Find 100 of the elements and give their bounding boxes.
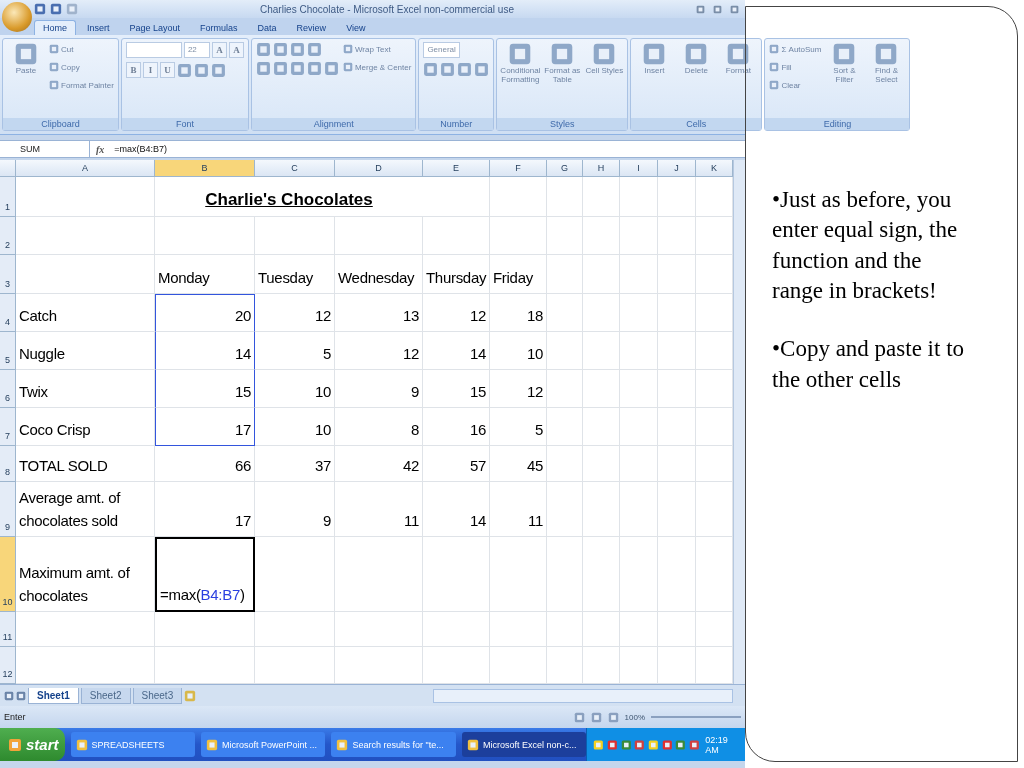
ribbon-tab[interactable]: Formulas (191, 20, 247, 35)
ribbon-tab[interactable]: Home (34, 20, 76, 35)
new-sheet-icon (184, 689, 197, 702)
ribbon-button[interactable]: Merge & Center (342, 60, 412, 74)
row-header[interactable]: 3 (0, 255, 16, 294)
formula-text[interactable]: =max(B4:B7) (110, 144, 168, 154)
column-header[interactable]: J (658, 160, 696, 177)
row-header[interactable]: 10 (0, 537, 16, 612)
ribbon-button[interactable]: Paste (7, 42, 45, 76)
ribbon-button[interactable]: Cut (49, 42, 74, 56)
taskbar-button[interactable]: Microsoft Excel non-c... (461, 732, 587, 757)
name-box[interactable]: SUM (0, 141, 90, 157)
start-button[interactable]: start (0, 728, 65, 761)
column-header[interactable]: C (255, 160, 335, 177)
ribbon-button[interactable]: Sort & Filter (825, 42, 864, 85)
ribbon-button[interactable]: Wrap Text (342, 42, 391, 56)
column-header[interactable]: K (696, 160, 733, 177)
select-all-button[interactable] (0, 160, 16, 177)
sheet-tab[interactable]: Sheet1 (28, 687, 79, 704)
ribbon-icon (342, 62, 353, 72)
empty-cell (547, 294, 583, 332)
font-style-button[interactable]: I (142, 62, 158, 78)
group-label: Clipboard (3, 118, 118, 130)
column-header[interactable]: F (490, 160, 547, 177)
column-header[interactable]: H (583, 160, 620, 177)
office-button[interactable] (2, 2, 32, 32)
ribbon-tab[interactable]: Page Layout (120, 20, 190, 35)
sheet-tab[interactable]: Sheet2 (80, 687, 131, 704)
app-icon (466, 738, 479, 751)
ribbon-button[interactable]: Format Painter (49, 78, 114, 92)
bullet-text: •Just as before, you enter equal sign, the function and the range in brackets! (772, 186, 959, 306)
ribbon-icon (49, 80, 59, 90)
sheet-nav-icon (16, 690, 26, 701)
column-header[interactable]: B (155, 160, 255, 177)
empty-cell (490, 612, 547, 647)
empty-cell (620, 408, 658, 446)
column-header[interactable]: D (335, 160, 423, 177)
ribbon-button[interactable]: Format as Table (543, 42, 582, 85)
table-cell: 10 (255, 408, 335, 446)
ribbon-button[interactable]: Copy (49, 60, 80, 74)
row-header[interactable]: 9 (0, 482, 16, 537)
bullet-text: •Copy and paste it to the other cells (772, 335, 966, 394)
table-cell: 17 (155, 408, 255, 446)
empty-cell (547, 255, 583, 294)
row-header[interactable]: 4 (0, 294, 16, 332)
empty-cell (547, 482, 583, 537)
taskbar-button[interactable]: SPREADSHEETS (70, 732, 195, 757)
column-header[interactable]: A (16, 160, 155, 177)
row-header[interactable]: 11 (0, 612, 16, 647)
empty-cell (620, 294, 658, 332)
font-style-button[interactable]: A (228, 42, 244, 58)
sheet-nav-icon (4, 690, 14, 701)
column-header[interactable]: G (547, 160, 583, 177)
column-header[interactable]: I (620, 160, 658, 177)
row-header[interactable]: 5 (0, 332, 16, 370)
empty-cell (547, 370, 583, 408)
taskbar-button[interactable]: Microsoft PowerPoint ... (201, 732, 326, 757)
row-header[interactable]: 12 (0, 647, 16, 684)
font-style-button[interactable]: A (211, 42, 227, 58)
table-cell: 10 (255, 370, 335, 408)
ribbon-field[interactable]: 22 (183, 42, 210, 58)
group-label: Styles (497, 118, 628, 130)
font-style-button[interactable]: U (159, 62, 175, 78)
table-cell: Coco Crisp (16, 408, 155, 446)
ribbon-icon (592, 42, 617, 66)
vertical-scrollbar[interactable] (733, 160, 745, 684)
row-header[interactable]: 2 (0, 217, 16, 255)
group-label: Cells (631, 118, 762, 130)
ribbon-button[interactable]: Σ AutoSum (769, 42, 822, 56)
ribbon-button[interactable]: Delete (677, 42, 716, 76)
toolbar-icon (440, 62, 456, 77)
formula-cell[interactable]: =max(B4:B7) (155, 537, 255, 612)
column-header[interactable]: E (423, 160, 490, 177)
ribbon-field[interactable] (125, 42, 182, 58)
empty-cell (658, 217, 696, 255)
row-header[interactable]: 1 (0, 177, 16, 217)
ribbon-tab[interactable]: Data (248, 20, 286, 35)
function-button[interactable]: fx (90, 143, 111, 155)
ribbon-button[interactable]: Insert (635, 42, 674, 76)
table-cell: 17 (155, 482, 255, 537)
tray-icon (620, 738, 632, 751)
font-style-button[interactable]: B (125, 62, 141, 78)
row-header[interactable]: 6 (0, 370, 16, 408)
ribbon-button[interactable]: Cell Styles (585, 42, 624, 76)
ribbon-button[interactable]: Conditional Formatting (501, 42, 540, 85)
ribbon-button[interactable]: Fill (769, 60, 792, 74)
view-icon (607, 711, 619, 723)
ribbon-tab[interactable]: View (337, 20, 375, 35)
row-header[interactable]: 7 (0, 408, 16, 446)
sheet-tab[interactable]: Sheet3 (132, 687, 183, 704)
row-header[interactable]: 8 (0, 446, 16, 482)
ribbon-button[interactable]: Find & Select (867, 42, 906, 85)
ribbon-field[interactable]: General (423, 42, 460, 58)
window-title: Charlies Chocolate - Microsoft Excel non-commercial use (259, 3, 515, 15)
horizontal-scrollbar[interactable] (433, 688, 733, 703)
taskbar-button[interactable]: Search results for "te... (331, 732, 456, 757)
group-label: Font (121, 118, 248, 130)
ribbon-tab[interactable]: Insert (78, 20, 119, 35)
ribbon-button[interactable]: Clear (769, 78, 801, 92)
ribbon-tab[interactable]: Review (287, 20, 336, 35)
